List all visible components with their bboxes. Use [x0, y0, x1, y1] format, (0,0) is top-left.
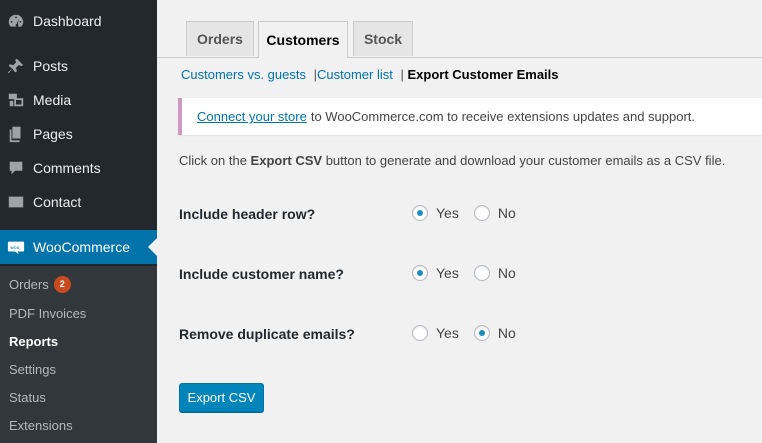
sidebar-item-dashboard[interactable]: Dashboard	[0, 4, 157, 38]
radio-label: Yes	[436, 205, 459, 221]
sidebar-item-label: Posts	[33, 58, 69, 74]
radio-circle[interactable]	[473, 265, 490, 281]
subnav-customer-list[interactable]: Customer list	[317, 67, 393, 82]
woocommerce-submenu: Orders 2 PDF Invoices Reports Settings S…	[0, 266, 157, 443]
submenu-item-settings[interactable]: Settings	[9, 362, 56, 377]
remove-duplicate-emails-no[interactable]: No	[473, 325, 516, 341]
radio-circle[interactable]	[412, 265, 428, 281]
notice-text: to WooCommerce.com to receive extensions…	[310, 109, 696, 124]
include-header-row-no[interactable]: No	[473, 205, 516, 221]
subnav-customers-vs-guests[interactable]: Customers vs. guests	[181, 67, 306, 82]
radio-circle[interactable]	[473, 325, 490, 341]
sidebar-item-pages[interactable]: Pages	[0, 117, 157, 151]
description-after: button to generate and download your cus…	[325, 153, 726, 168]
submenu-item-label: Reports	[9, 334, 59, 349]
submenu-item-reports[interactable]: Reports	[9, 334, 58, 349]
include-header-row-yes[interactable]: Yes	[412, 205, 459, 221]
export-description: Click on the Export CSV button to genera…	[179, 153, 725, 168]
description-bold: Export CSV	[250, 153, 323, 168]
submenu-item-label: Status	[9, 390, 46, 405]
include-header-row-radios: Yes No	[412, 205, 531, 221]
remove-duplicate-emails-label: Remove duplicate emails?	[179, 326, 355, 342]
remove-duplicate-emails-yes[interactable]: Yes	[412, 325, 459, 341]
pin-icon	[6, 56, 26, 76]
submenu-item-pdf-invoices[interactable]: PDF Invoices	[9, 306, 86, 321]
sidebar-item-comments[interactable]: Comments	[0, 151, 157, 185]
mail-icon	[6, 192, 26, 212]
sidebar-item-media[interactable]: Media	[0, 83, 157, 117]
orders-count-badge: 2	[53, 276, 71, 293]
radio-label: No	[497, 265, 516, 281]
include-customer-name-yes[interactable]: Yes	[412, 265, 459, 281]
active-menu-arrow	[148, 238, 157, 256]
radio-circle[interactable]	[412, 205, 428, 221]
include-header-row-label: Include header row?	[179, 206, 316, 222]
tab-customers[interactable]: Customers	[258, 21, 348, 58]
media-icon	[6, 90, 26, 110]
submenu-item-label: Settings	[9, 362, 56, 377]
subnav-current-export-emails: Export Customer Emails	[407, 67, 559, 82]
submenu-item-status[interactable]: Status	[9, 390, 46, 405]
sidebar-item-label: Dashboard	[33, 13, 102, 29]
export-csv-button[interactable]: Export CSV	[179, 383, 264, 412]
sidebar-item-label: Comments	[33, 160, 101, 176]
submenu-item-orders[interactable]: Orders 2	[9, 276, 71, 293]
include-customer-name-no[interactable]: No	[473, 265, 516, 281]
submenu-item-label: Extensions	[9, 418, 73, 433]
sidebar-item-label: Contact	[33, 194, 82, 210]
sidebar-item-woocommerce[interactable]: woo WooCommerce	[0, 230, 157, 264]
pages-icon	[6, 124, 26, 144]
radio-label: Yes	[436, 325, 459, 341]
admin-sidebar: Dashboard Posts Media Pages Comments Con…	[0, 0, 157, 443]
radio-label: No	[497, 205, 516, 221]
submenu-item-label: PDF Invoices	[9, 306, 87, 321]
radio-label: No	[497, 325, 516, 341]
connect-store-link[interactable]: Connect your store	[197, 109, 307, 124]
sidebar-item-label: WooCommerce	[33, 239, 130, 255]
description-before: Click on the	[179, 153, 247, 168]
sidebar-item-label: Media	[33, 92, 72, 108]
svg-text:woo: woo	[10, 246, 19, 251]
sidebar-item-contact[interactable]: Contact	[0, 185, 157, 219]
subnav-separator: |	[400, 67, 404, 82]
woocommerce-connect-notice: Connect your store to WooCommerce.com to…	[178, 98, 762, 135]
comment-icon	[6, 158, 26, 178]
submenu-item-label: Orders	[9, 277, 49, 292]
submenu-item-extensions[interactable]: Extensions	[9, 418, 73, 433]
include-customer-name-label: Include customer name?	[179, 266, 344, 282]
report-tabs: Orders Customers Stock	[157, 0, 762, 58]
remove-duplicate-emails-radios: Yes No	[412, 325, 531, 341]
radio-circle[interactable]	[412, 325, 428, 341]
dashboard-icon	[6, 11, 26, 31]
include-customer-name-radios: Yes No	[412, 265, 531, 281]
woo-icon: woo	[6, 237, 26, 257]
sidebar-item-posts[interactable]: Posts	[0, 49, 157, 83]
tab-orders[interactable]: Orders	[186, 21, 254, 56]
radio-circle[interactable]	[473, 205, 490, 221]
radio-label: Yes	[436, 265, 459, 281]
tab-stock[interactable]: Stock	[353, 21, 413, 56]
sidebar-item-label: Pages	[33, 126, 73, 142]
report-subnav: Customers vs. guests |Customer list | Ex…	[181, 67, 559, 82]
